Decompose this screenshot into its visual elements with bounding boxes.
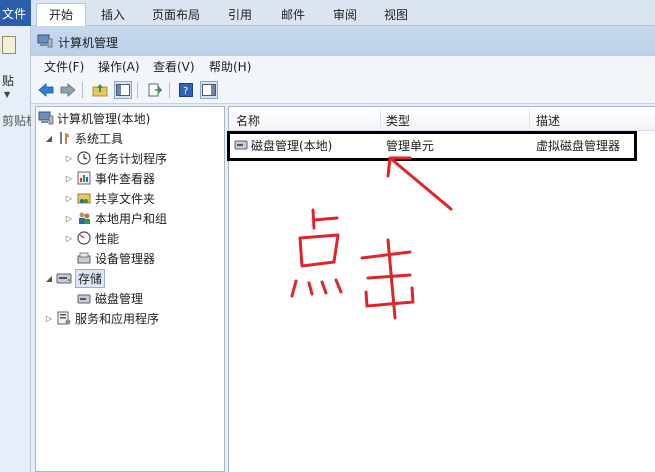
tree-item-label: 本地用户和组 [95, 211, 168, 226]
shared-folder-icon [76, 190, 92, 206]
show-hide-action-pane-icon[interactable] [200, 81, 218, 99]
ribbon-tab-page-layout[interactable]: 页面布局 [152, 4, 200, 26]
tree-item-label: 系统工具 [75, 131, 124, 146]
collapse-triangle-icon[interactable]: ◢ [44, 274, 54, 283]
computer-management-icon [37, 34, 53, 48]
tree-item-label: 服务和应用程序 [75, 311, 160, 326]
ribbon-tab-references[interactable]: 引用 [228, 4, 252, 26]
paste-icon[interactable] [2, 36, 16, 54]
column-header-name[interactable]: 名称 [236, 112, 260, 129]
tree-item-disk-management[interactable]: 磁盘管理 [76, 289, 143, 307]
tree-item-shared-folders[interactable]: ▷ 共享文件夹 [64, 189, 155, 207]
console-tree[interactable]: 计算机管理(本地) ◢ 系统工具 ▷ 任务计划程序 ▷ 事件查看器 ▷ 共享文件… [35, 106, 225, 472]
column-header-description[interactable]: 描述 [536, 112, 560, 129]
tools-icon [56, 130, 72, 146]
menu-file[interactable]: 文件(F) [44, 58, 84, 75]
tree-item-label: 设备管理器 [95, 251, 156, 266]
tree-item-storage[interactable]: ◢ 存储 [44, 268, 106, 288]
computer-management-window: 计算机管理 文件(F) 操作(A) 查看(V) 帮助(H) ? 计算机管理(本地… [31, 26, 655, 472]
ribbon-tab-home[interactable]: 开始 [36, 3, 87, 27]
performance-icon [76, 230, 92, 246]
tree-item-local-users-groups[interactable]: ▷ 本地用户和组 [64, 209, 167, 227]
forward-arrow-icon[interactable] [59, 81, 77, 99]
tree-item-label: 事件查看器 [95, 171, 156, 186]
expand-triangle-icon[interactable]: ▷ [64, 214, 74, 223]
title-bar: 计算机管理 [31, 26, 655, 56]
users-icon [76, 210, 92, 226]
tree-item-label: 性能 [95, 231, 120, 246]
export-list-icon[interactable] [146, 81, 164, 99]
device-manager-icon [76, 250, 92, 266]
event-viewer-icon [76, 170, 92, 186]
ribbon-tab-review[interactable]: 审阅 [333, 4, 357, 26]
help-icon[interactable]: ? [177, 81, 195, 99]
expand-triangle-icon[interactable]: ▷ [64, 234, 74, 243]
tree-item-system-tools[interactable]: ◢ 系统工具 [44, 129, 123, 147]
clipboard-group: 贴 ▼ 剪贴板 [0, 26, 31, 472]
ribbon-tab-mailings[interactable]: 邮件 [281, 4, 305, 26]
toolbar: ? [31, 76, 655, 104]
expand-triangle-icon[interactable]: ▷ [64, 174, 74, 183]
menu-action[interactable]: 操作(A) [98, 58, 140, 75]
menu-view[interactable]: 查看(V) [153, 58, 195, 75]
storage-icon [56, 270, 72, 286]
disk-management-icon [76, 290, 92, 306]
collapse-triangle-icon[interactable]: ◢ [44, 134, 54, 143]
tree-item-label: 磁盘管理 [95, 291, 144, 306]
paste-dropdown-icon[interactable]: ▼ [4, 90, 10, 99]
ribbon-tab-strip: 文件 开始 插入 页面布局 引用 邮件 审阅 视图 [0, 0, 655, 27]
ribbon-tab-insert[interactable]: 插入 [101, 4, 125, 26]
tree-item-event-viewer[interactable]: ▷ 事件查看器 [64, 169, 155, 187]
paste-button-label[interactable]: 贴 [2, 72, 14, 89]
menu-bar: 文件(F) 操作(A) 查看(V) 帮助(H) [31, 56, 655, 76]
expand-triangle-icon[interactable]: ▷ [64, 154, 74, 163]
tree-item-services-applications[interactable]: ▷ 服务和应用程序 [44, 309, 159, 327]
tree-item-label: 存储 [75, 268, 106, 288]
tree-item-label: 共享文件夹 [95, 191, 156, 206]
tree-item-computer-management[interactable]: 计算机管理(本地) [38, 109, 150, 127]
expand-triangle-icon[interactable]: ▷ [44, 314, 54, 323]
tree-item-label: 计算机管理(本地) [57, 111, 151, 126]
expand-triangle-icon[interactable]: ▷ [64, 194, 74, 203]
menu-help[interactable]: 帮助(H) [209, 58, 251, 75]
back-arrow-icon[interactable] [37, 81, 55, 99]
show-hide-console-tree-icon[interactable] [114, 81, 132, 99]
ribbon-tab-view[interactable]: 视图 [384, 4, 408, 26]
up-folder-icon[interactable] [91, 81, 109, 99]
clipboard-group-label: 剪贴板 [2, 114, 31, 128]
computer-management-icon [38, 110, 54, 126]
tree-item-label: 任务计划程序 [95, 151, 168, 166]
tree-item-device-manager[interactable]: 设备管理器 [76, 249, 155, 267]
tree-item-task-scheduler[interactable]: ▷ 任务计划程序 [64, 149, 167, 167]
services-icon [56, 310, 72, 326]
tree-item-performance[interactable]: ▷ 性能 [64, 229, 119, 247]
list-header: 名称 类型 描述 [229, 107, 655, 131]
window-title: 计算机管理 [58, 36, 119, 50]
clock-icon [76, 150, 92, 166]
highlight-rectangle [227, 131, 637, 161]
ribbon-tab-file[interactable]: 文件 [0, 0, 31, 26]
column-header-type[interactable]: 类型 [386, 112, 410, 129]
svg-text:?: ? [183, 86, 188, 97]
